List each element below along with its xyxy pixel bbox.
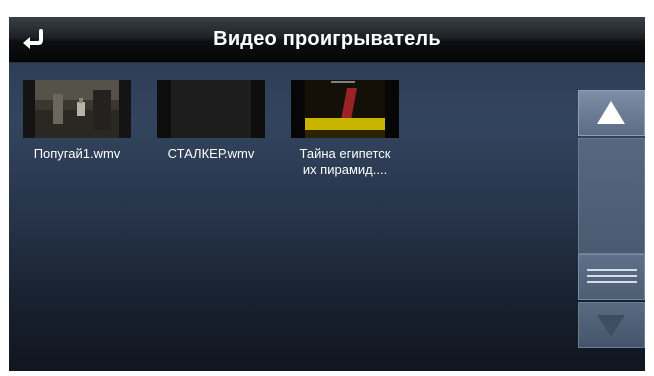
video-player-screen: Видео проигрыватель Попугай1.wmv СТАЛКЕР…	[9, 17, 645, 371]
page-title: Видео проигрыватель	[213, 28, 441, 50]
video-thumbnail	[23, 80, 131, 138]
triangle-down-icon	[597, 315, 625, 337]
video-thumbnail	[291, 80, 399, 138]
video-file-item[interactable]: Попугай1.wmv	[18, 80, 136, 162]
file-name-label: Тайна египетск их пирамид....	[299, 146, 391, 177]
scroll-thumb[interactable]	[578, 254, 645, 300]
scroll-up-button[interactable]	[578, 90, 645, 136]
video-file-item[interactable]: Тайна египетск их пирамид....	[286, 80, 404, 178]
scrollbar[interactable]	[578, 90, 645, 348]
video-file-item[interactable]: СТАЛКЕР.wmv	[152, 80, 270, 162]
file-name-label: СТАЛКЕР.wmv	[167, 146, 255, 161]
title-bar: Видео проигрыватель	[9, 17, 645, 63]
file-name-label: Попугай1.wmv	[33, 146, 121, 161]
triangle-up-icon	[597, 101, 625, 124]
video-thumbnail	[157, 80, 265, 138]
scroll-track[interactable]	[578, 138, 645, 254]
scroll-down-button[interactable]	[578, 302, 645, 348]
